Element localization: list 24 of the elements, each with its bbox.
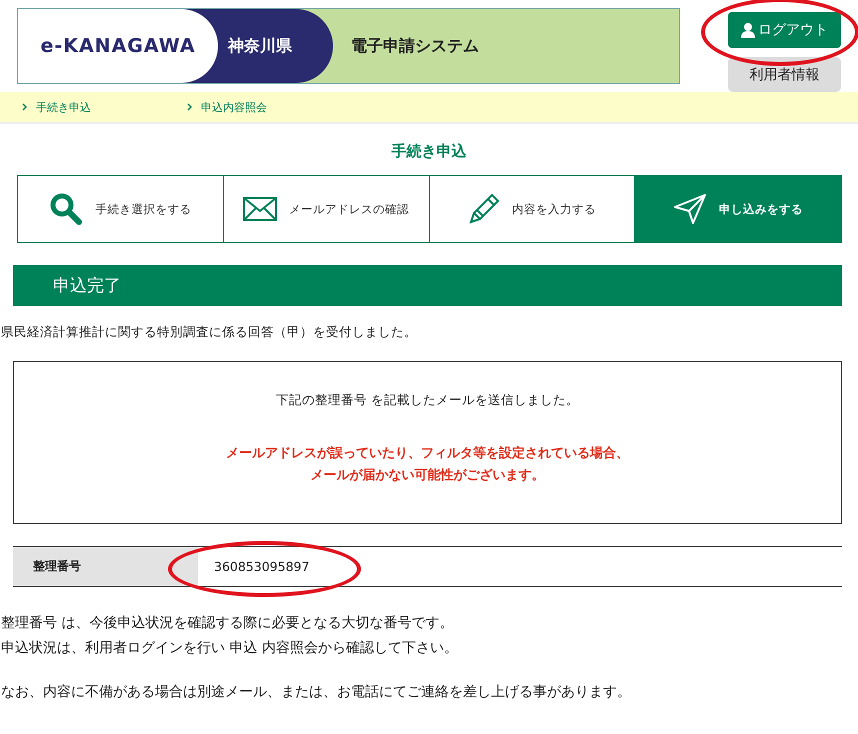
user-icon: [741, 22, 755, 38]
reference-number: 360853095897: [214, 559, 310, 574]
chevron-icon: [22, 103, 27, 111]
paper-plane-icon: [673, 193, 708, 225]
envelope-icon: [243, 197, 278, 221]
note-text: 整理番号 は、今後申込状況を確認する際に必要となる大切な番号です。: [1, 614, 454, 633]
user-info-button[interactable]: 利用者情報: [728, 57, 841, 92]
search-icon: [49, 192, 84, 226]
site-logo: e-KANAGAWA: [18, 9, 218, 83]
footer-note: なお、内容に不備がある場合は別途メール、または、お電話にてご連絡を差し上げる事があります。: [0, 683, 632, 701]
step-tab[interactable]: 申し込みをする: [635, 176, 841, 242]
notice-text: 下記の整理番号 を記載したメールを送信しました。: [276, 392, 579, 409]
breadcrumb-link[interactable]: 手続き申込: [36, 100, 91, 114]
section-header: 申込完了: [13, 265, 842, 306]
breadcrumb-link[interactable]: 申込内容照会: [201, 100, 267, 114]
logout-button[interactable]: ログアウト: [728, 12, 841, 48]
pencil-icon: [468, 193, 500, 225]
chevron-icon: [187, 103, 192, 111]
reference-label: 整理番号: [13, 547, 198, 586]
system-title: 電子申請システム: [350, 34, 479, 56]
warning-text: メールアドレスが誤っていたり、フィルタ等を設定されている場合、 メールが届かない可能性がございます。: [226, 444, 629, 486]
note-text: 申込状況は、利用者ログインを行い 申込 内容照会から確認して下さい。: [1, 638, 459, 658]
page-title: 手続き申込: [390, 142, 468, 161]
receipt-message: 県民経済計算推計に関する特別調査に係る回答（甲）を受付しました。: [0, 324, 418, 341]
